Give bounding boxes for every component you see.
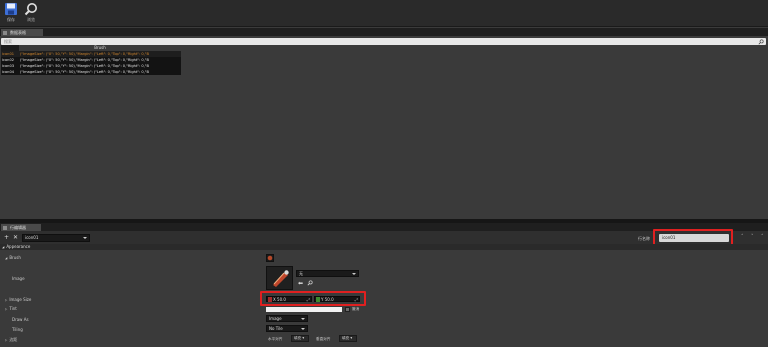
- row-select-dropdown[interactable]: icon01: [22, 234, 90, 242]
- v-align-dropdown[interactable]: 填充 ▾: [339, 335, 357, 342]
- row-editor-tab[interactable]: 行编辑器: [1, 224, 41, 231]
- properties-area: [0, 250, 768, 347]
- h-align-label: 水平对齐: [268, 337, 283, 341]
- chevron-up-icon[interactable]: ˄: [761, 234, 764, 240]
- use-selected-asset-icon[interactable]: ⬅: [298, 280, 303, 287]
- data-table-tab[interactable]: 数据表格: [1, 29, 43, 36]
- chevron-up-icon[interactable]: ˄: [741, 234, 744, 240]
- tiling-dropdown[interactable]: No Tile: [266, 325, 308, 332]
- save-button[interactable]: 保存: [3, 2, 19, 24]
- brush-preview-thumbnail: [266, 254, 274, 262]
- image-size-property-label[interactable]: ▷ Image Size: [5, 297, 31, 302]
- browse-asset-icon[interactable]: [307, 280, 313, 286]
- remove-row-icon[interactable]: ✕: [13, 234, 18, 241]
- chevron-down-icon: [301, 328, 305, 330]
- draw-as-label: Draw As: [12, 317, 29, 322]
- tiling-label: Tiling: [12, 327, 23, 332]
- save-label: 保存: [7, 17, 15, 22]
- image-property-label: Image: [12, 276, 25, 281]
- chevron-down-icon: [83, 237, 87, 239]
- tint-checkbox-label: 撤消: [352, 307, 360, 311]
- collapse-triangle-icon: ▷: [5, 338, 8, 342]
- row-name-label: 行名称: [638, 236, 650, 241]
- potion-icon: [267, 255, 273, 261]
- data-grid: Brush icon01 ("ImageSize": ("X": 50,"Y":…: [1, 45, 181, 75]
- image-asset-dropdown[interactable]: 无: [296, 270, 359, 277]
- search-icon: [758, 39, 764, 44]
- chevron-down-icon: [352, 273, 356, 275]
- table-icon: [3, 30, 7, 35]
- tint-checkbox[interactable]: [345, 307, 350, 312]
- collapse-triangle-icon: ▷: [5, 298, 8, 302]
- tint-property-label[interactable]: ▷ Tint: [5, 306, 17, 311]
- add-row-icon[interactable]: +: [4, 234, 9, 241]
- chevron-down-icon: [301, 318, 305, 320]
- chevron-down-icon[interactable]: ˅: [751, 234, 754, 240]
- data-table-tab-strip: [0, 28, 768, 36]
- search-input[interactable]: 搜索: [1, 38, 766, 45]
- save-icon: [5, 3, 17, 15]
- browse-label: 浏览: [27, 17, 35, 22]
- margin-property-label[interactable]: ▷ 边距: [5, 337, 17, 343]
- highlight-image-size: [260, 291, 366, 306]
- potion-icon: [267, 267, 292, 289]
- toolbar: 保存 浏览: [0, 0, 768, 27]
- browse-icon: [24, 3, 37, 16]
- brush-property-label[interactable]: ◢ Brush: [5, 255, 21, 260]
- tint-color-swatch[interactable]: [266, 307, 342, 312]
- expand-triangle-icon: ◢: [5, 256, 8, 260]
- edit-icon: [3, 225, 7, 230]
- table-row[interactable]: icon04 ("ImageSize": ("X": 50,"Y": 50),"…: [1, 69, 181, 75]
- collapse-triangle-icon: ▷: [5, 307, 8, 311]
- draw-as-dropdown[interactable]: Image: [266, 315, 308, 322]
- v-align-label: 垂直对齐: [316, 337, 331, 341]
- h-align-dropdown[interactable]: 填充 ▾: [291, 335, 309, 342]
- image-asset-thumbnail[interactable]: [266, 266, 293, 290]
- browse-button[interactable]: 浏览: [23, 2, 39, 24]
